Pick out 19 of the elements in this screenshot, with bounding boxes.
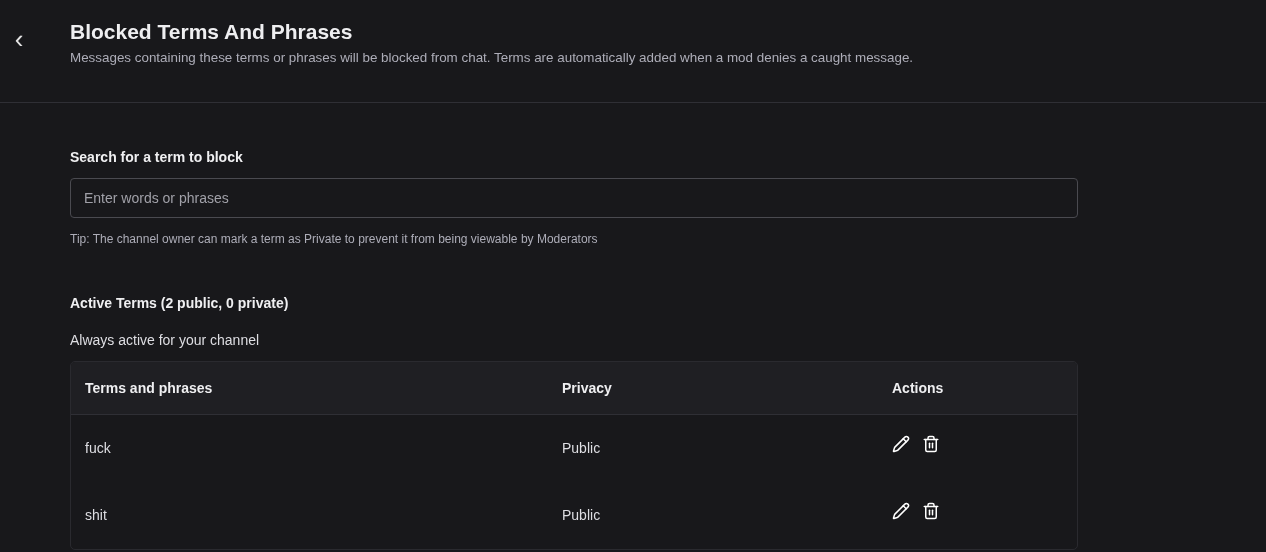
active-terms-caption: Always active for your channel (70, 331, 261, 350)
delete-button[interactable] (922, 434, 940, 453)
term-cell-text: fuck (84, 439, 112, 458)
privacy-cell-text: Public (562, 506, 602, 525)
term-cell-text: shit (84, 506, 108, 525)
privacy-cell-text: Public (562, 439, 602, 458)
active-terms-heading: Active Terms (2 public, 0 private) (70, 294, 290, 313)
search-label: Search for a term to block (70, 148, 244, 167)
page-description: Messages containing these terms or phrases will be blocked from chat. Terms are automatically added when a mod denies a caught message. (70, 49, 914, 67)
column-header: Terms and phrases (84, 378, 214, 398)
page-title: Blocked Terms And Phrases (70, 19, 354, 45)
column-header: Privacy (562, 378, 613, 398)
edit-button[interactable] (892, 434, 910, 453)
column-header: Actions (892, 378, 944, 398)
edit-button[interactable] (892, 501, 910, 520)
search-field[interactable]: Enter words or phrases (70, 178, 1078, 218)
search-tip: Tip: The channel owner can mark a term as Private to prevent it from being viewable by Moderators (70, 231, 599, 248)
delete-button[interactable] (922, 501, 940, 520)
back-button[interactable]: ‹ (4, 26, 34, 52)
